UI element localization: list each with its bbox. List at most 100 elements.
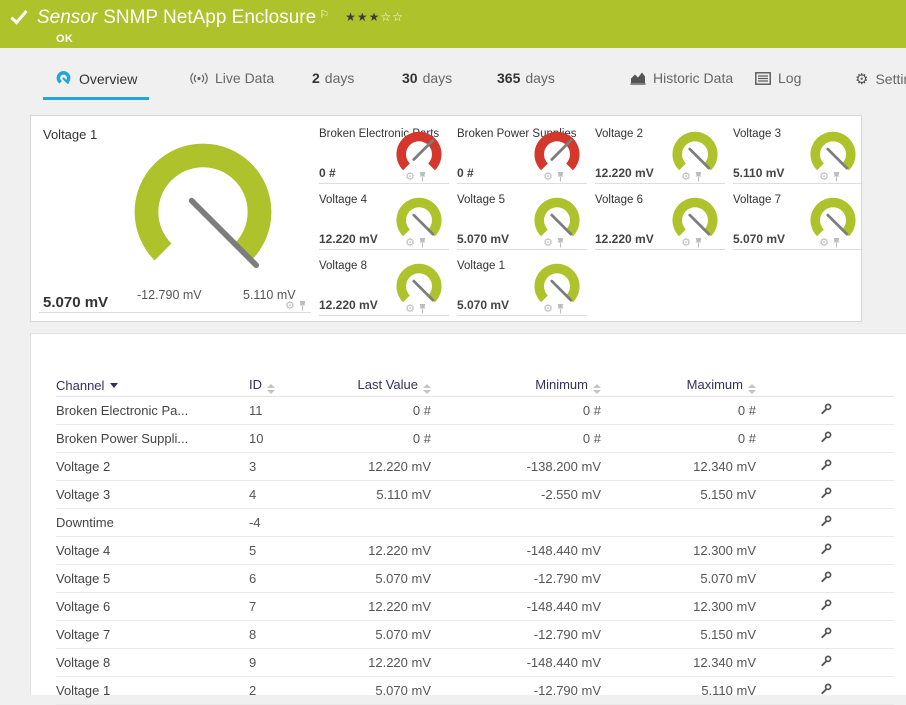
tab-365-days[interactable]: 365 days xyxy=(485,70,567,96)
channel-value: 0 # xyxy=(319,166,336,180)
gear-icon: ⚙ xyxy=(855,70,869,88)
tab-365-days-number: 365 xyxy=(497,70,521,86)
mini-gauge-voltage-3[interactable]: Voltage 3 5.110 mV ⚙ xyxy=(733,127,863,184)
channel-name: Voltage 8 xyxy=(319,260,367,272)
channel-settings-wrench-icon[interactable] xyxy=(819,571,832,587)
tab-bar: Overview Live Data 2 days 30 days 365 da… xyxy=(0,48,906,112)
gauge-settings-gear-icon[interactable]: ⚙ xyxy=(819,237,829,248)
mini-gauge-voltage-6[interactable]: Voltage 6 12.220 mV ⚙ xyxy=(595,193,725,250)
table-row[interactable]: Voltage 1 2 5.070 mV -12.790 mV 5.110 mV xyxy=(56,677,894,705)
channel-settings-wrench-icon[interactable] xyxy=(819,655,832,671)
sensor-name: SNMP NetApp Enclosure xyxy=(103,7,317,28)
channels-table: Channel ID Last Value Minimum Maximum Br… xyxy=(30,333,906,705)
table-header-row: Channel ID Last Value Minimum Maximum xyxy=(56,374,894,397)
channel-settings-wrench-icon[interactable] xyxy=(819,515,832,531)
gauge-settings-gear-icon[interactable]: ⚙ xyxy=(405,237,415,248)
mini-gauge-voltage-1[interactable]: Voltage 1 5.070 mV ⚙ xyxy=(457,259,587,316)
channel-settings-wrench-icon[interactable] xyxy=(819,543,832,559)
sort-icons xyxy=(423,383,431,394)
column-header-last-value[interactable]: Last Value xyxy=(349,377,431,394)
gauge-settings-gear-icon[interactable]: ⚙ xyxy=(543,171,553,182)
channel-settings-wrench-icon[interactable] xyxy=(819,431,832,447)
historic-data-icon xyxy=(630,71,646,85)
table-row[interactable]: Voltage 5 6 5.070 mV -12.790 mV 5.070 mV xyxy=(56,565,894,593)
tab-30-days[interactable]: 30 days xyxy=(390,70,464,96)
tab-live-data[interactable]: Live Data xyxy=(178,70,286,96)
column-header-minimum[interactable]: Minimum xyxy=(431,377,601,394)
divider xyxy=(39,312,311,313)
sort-icons xyxy=(748,383,756,394)
channel-settings-wrench-icon[interactable] xyxy=(819,683,832,699)
channel-settings-wrench-icon[interactable] xyxy=(819,487,832,503)
channel-value: 12.220 mV xyxy=(319,298,378,312)
mini-gauge-voltage-2[interactable]: Voltage 2 12.220 mV ⚙ xyxy=(595,127,725,184)
pin-icon[interactable] xyxy=(832,237,841,248)
table-row[interactable]: Broken Electronic Pa... 11 0 # 0 # 0 # xyxy=(56,397,894,425)
pin-icon[interactable] xyxy=(556,171,565,182)
channel-name: Voltage 1 xyxy=(457,260,505,272)
channel-value: 5.110 mV xyxy=(733,166,785,180)
table-row[interactable]: Voltage 8 9 12.220 mV -148.440 mV 12.340… xyxy=(56,649,894,677)
table-row[interactable]: Voltage 6 7 12.220 mV -148.440 mV 12.300… xyxy=(56,593,894,621)
pin-icon[interactable] xyxy=(418,303,427,314)
channel-name: Voltage 5 xyxy=(457,194,505,206)
channel-settings-wrench-icon[interactable] xyxy=(819,403,832,419)
gauge-settings-gear-icon[interactable]: ⚙ xyxy=(285,300,295,311)
gauge-settings-gear-icon[interactable]: ⚙ xyxy=(681,237,691,248)
table-row[interactable]: Voltage 3 4 5.110 mV -2.550 mV 5.150 mV xyxy=(56,481,894,509)
stars-empty[interactable]: ☆☆ xyxy=(380,10,404,24)
column-header-channel[interactable]: Channel xyxy=(56,378,249,393)
gauge-settings-gear-icon[interactable]: ⚙ xyxy=(405,303,415,314)
mini-gauge-voltage-4[interactable]: Voltage 4 12.220 mV ⚙ xyxy=(319,193,449,250)
pin-icon[interactable] xyxy=(418,237,427,248)
sensor-overview-page: Sensor SNMP NetApp Enclosure ⚐ ★★★☆☆ OK Ove… xyxy=(0,0,906,705)
mini-gauge-broken-power-supplies[interactable]: Broken Power Supplies 0 # ⚙ xyxy=(457,127,587,184)
table-row[interactable]: Downtime -4 xyxy=(56,509,894,537)
tab-historic-data[interactable]: Historic Data xyxy=(618,70,745,96)
channel-settings-wrench-icon[interactable] xyxy=(819,599,832,615)
pin-icon[interactable] xyxy=(556,303,565,314)
stars-filled[interactable]: ★★★ xyxy=(345,10,380,24)
channel-value: 5.070 mV xyxy=(457,232,510,246)
table-row[interactable]: Broken Power Suppli... 10 0 # 0 # 0 # xyxy=(56,425,894,453)
tab-log-label: Log xyxy=(778,70,802,86)
tab-log[interactable]: Log xyxy=(743,70,813,96)
sensor-type-label: Sensor xyxy=(37,7,98,28)
channel-settings-wrench-icon[interactable] xyxy=(819,627,832,643)
pin-icon[interactable] xyxy=(556,237,565,248)
column-header-maximum[interactable]: Maximum xyxy=(601,377,756,394)
sensor-title: Sensor SNMP NetApp Enclosure ⚐ ★★★☆☆ xyxy=(37,5,404,30)
gauge-settings-gear-icon[interactable]: ⚙ xyxy=(405,171,415,182)
table-row[interactable]: Voltage 7 8 5.070 mV -12.790 mV 5.150 mV xyxy=(56,621,894,649)
pin-icon[interactable] xyxy=(832,171,841,182)
primary-gauge-name: Voltage 1 xyxy=(43,127,98,142)
tab-2-days[interactable]: 2 days xyxy=(300,70,366,96)
table-row[interactable]: Voltage 2 3 12.220 mV -138.200 mV 12.340… xyxy=(56,453,894,481)
pin-icon[interactable] xyxy=(694,171,703,182)
sort-desc-icon xyxy=(110,382,119,388)
pin-icon[interactable] xyxy=(298,300,307,311)
pin-icon[interactable] xyxy=(694,237,703,248)
pin-icon[interactable] xyxy=(418,171,427,182)
channel-value: 5.070 mV xyxy=(733,232,786,246)
tab-historic-data-label: Historic Data xyxy=(653,70,734,86)
mini-gauge-voltage-8[interactable]: Voltage 8 12.220 mV ⚙ xyxy=(319,259,449,316)
gauge-settings-gear-icon[interactable]: ⚙ xyxy=(543,237,553,248)
mini-gauge-voltage-5[interactable]: Voltage 5 5.070 mV ⚙ xyxy=(457,193,587,250)
gauge-settings-gear-icon[interactable]: ⚙ xyxy=(681,171,691,182)
flag-icon[interactable]: ⚐ xyxy=(319,8,329,21)
mini-gauge-voltage-7[interactable]: Voltage 7 5.070 mV ⚙ xyxy=(733,193,863,250)
tab-30-days-number: 30 xyxy=(402,70,418,86)
tab-365-days-label: days xyxy=(525,70,555,86)
gauge-settings-gear-icon[interactable]: ⚙ xyxy=(819,171,829,182)
sort-icons xyxy=(593,383,601,394)
table-row[interactable]: Voltage 4 5 12.220 mV -148.440 mV 12.300… xyxy=(56,537,894,565)
priority-stars[interactable]: ★★★☆☆ xyxy=(345,10,404,24)
tab-settings[interactable]: ⚙ Settings xyxy=(843,70,906,98)
mini-gauge-broken-electronic-parts[interactable]: Broken Electronic Parts 0 # ⚙ xyxy=(319,127,449,184)
channel-settings-wrench-icon[interactable] xyxy=(819,459,832,475)
tab-overview[interactable]: Overview xyxy=(43,70,150,100)
column-header-id[interactable]: ID xyxy=(249,377,349,394)
gauge-settings-gear-icon[interactable]: ⚙ xyxy=(543,303,553,314)
channel-value: 12.220 mV xyxy=(595,232,654,246)
